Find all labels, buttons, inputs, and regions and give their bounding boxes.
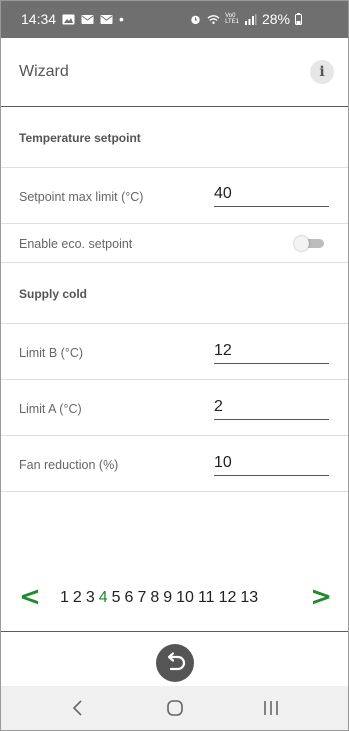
page-number[interactable]: 1 — [60, 589, 69, 607]
gallery-icon — [62, 14, 75, 24]
section-header-temperature: Temperature setpoint — [1, 107, 348, 168]
limit-a-label: Limit A (°C) — [19, 402, 82, 416]
page-number[interactable]: 10 — [176, 589, 194, 607]
page-number[interactable]: 7 — [137, 589, 146, 607]
setpoint-max-input[interactable] — [214, 182, 329, 207]
battery-percent: 28% — [261, 11, 290, 27]
alarm-icon — [191, 15, 200, 24]
wizard-pager: < 1 2 3 4 5 6 7 8 9 10 11 12 13 > — [1, 582, 348, 614]
section-title: Supply cold — [19, 287, 88, 301]
field-row-eco: Enable eco. setpoint — [1, 224, 348, 263]
previous-page-button[interactable]: < — [19, 582, 41, 612]
undo-icon — [167, 652, 186, 671]
field-row-fan-reduction: Fan reduction (%) — [1, 436, 348, 492]
limit-b-label: Limit B (°C) — [19, 346, 84, 360]
page-number[interactable]: 12 — [219, 589, 237, 607]
back-button[interactable] — [156, 644, 194, 682]
footer-divider — [1, 631, 348, 632]
field-row-limit-b: Limit B (°C) — [1, 324, 348, 380]
message-icon-2 — [100, 14, 113, 24]
page-numbers: 1 2 3 4 5 6 7 8 9 10 11 12 13 — [60, 589, 258, 607]
limit-a-input[interactable] — [214, 395, 329, 420]
fan-reduction-input[interactable] — [214, 451, 329, 476]
wifi-icon — [207, 14, 220, 24]
field-row-setpoint-max: Setpoint max limit (°C) — [1, 168, 348, 224]
page-number[interactable]: 13 — [240, 589, 258, 607]
section-header-supply-cold: Supply cold — [1, 263, 348, 324]
page-number[interactable]: 3 — [86, 589, 95, 607]
signal-icon — [244, 13, 257, 25]
eco-label: Enable eco. setpoint — [19, 237, 133, 251]
network-label: Vo0 LTE1 — [225, 13, 239, 25]
nav-back-icon[interactable] — [71, 698, 85, 718]
status-bar: 14:34 • Vo0 LTE1 28% — [1, 1, 348, 38]
page-number[interactable]: 4 — [99, 589, 108, 607]
page-number[interactable]: 11 — [198, 589, 215, 607]
system-nav-bar — [1, 686, 348, 730]
page-number[interactable]: 6 — [125, 589, 134, 607]
nav-home-icon[interactable] — [165, 698, 185, 718]
nav-recents-icon[interactable] — [261, 698, 281, 718]
fan-reduction-label: Fan reduction (%) — [19, 458, 119, 472]
eco-toggle[interactable] — [294, 236, 324, 251]
app-header: Wizard i — [1, 38, 348, 107]
status-dot: • — [119, 11, 124, 27]
setpoint-max-label: Setpoint max limit (°C) — [19, 190, 144, 204]
info-icon[interactable]: i — [310, 60, 334, 84]
page-number[interactable]: 2 — [73, 589, 82, 607]
next-page-button[interactable]: > — [310, 582, 332, 612]
section-title: Temperature setpoint — [19, 131, 141, 145]
page-number[interactable]: 5 — [112, 589, 121, 607]
limit-b-input[interactable] — [214, 339, 329, 364]
page-number[interactable]: 8 — [150, 589, 159, 607]
battery-icon — [295, 13, 302, 25]
page-title: Wizard — [19, 63, 69, 80]
page-number[interactable]: 9 — [163, 589, 172, 607]
field-row-limit-a: Limit A (°C) — [1, 380, 348, 436]
message-icon — [81, 14, 94, 24]
status-time: 14:34 — [21, 11, 57, 27]
toggle-knob — [294, 236, 309, 251]
